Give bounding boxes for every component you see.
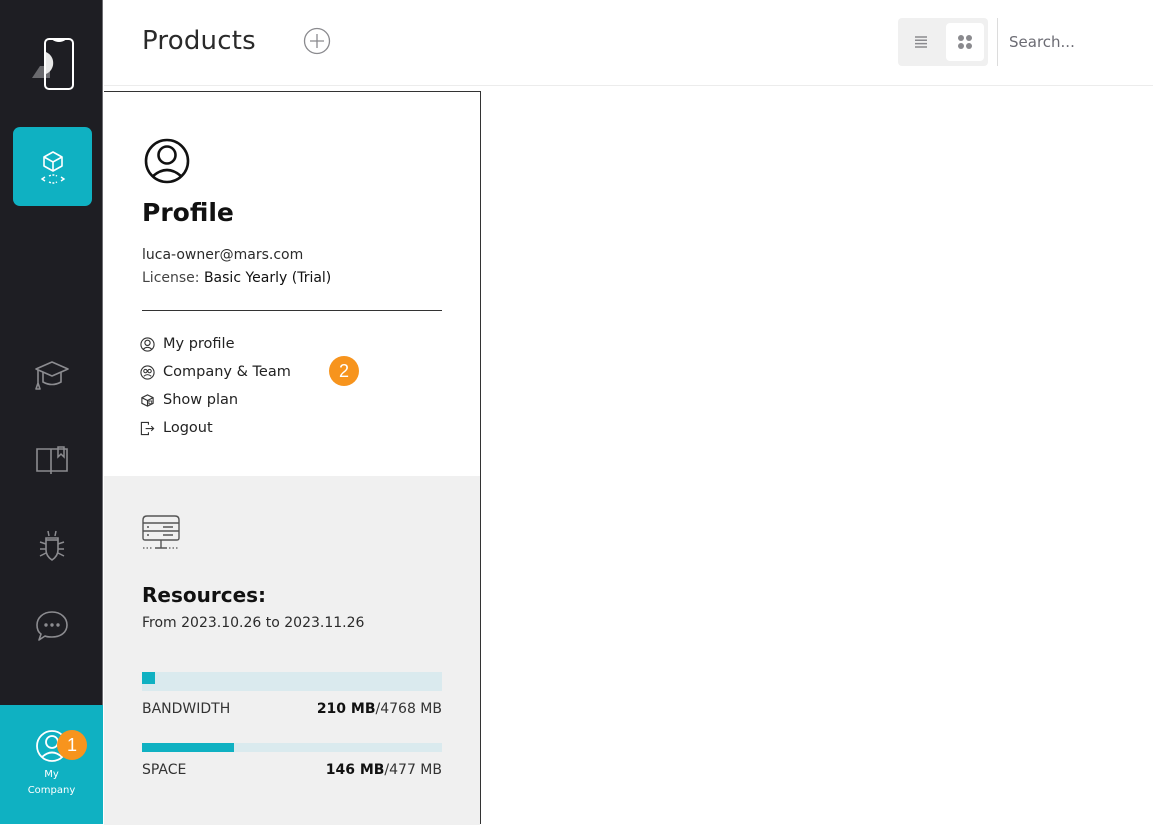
space-progress-bar (142, 743, 442, 752)
page-title: Products (142, 26, 256, 56)
server-icon (141, 514, 181, 554)
space-meter: SPACE 146 MB/477 MB (142, 743, 442, 778)
sidebar-item-bug-report[interactable] (32, 526, 72, 566)
menu-item-label: Show plan (163, 392, 239, 408)
search-input[interactable] (1009, 25, 1139, 59)
chat-icon (36, 611, 68, 641)
bandwidth-used: 210 MB (316, 701, 376, 717)
sidebar-item-documentation[interactable] (32, 440, 72, 480)
space-progress-fill (142, 743, 234, 752)
profile-title: Profile (142, 198, 234, 227)
plus-circle-icon (303, 27, 331, 55)
space-used: 146 MB (325, 762, 385, 778)
grid-view-button[interactable] (946, 23, 984, 61)
menu-item-company-team[interactable]: Company & Team (140, 358, 291, 386)
resources-title: Resources: (142, 583, 267, 607)
graduation-cap-icon (35, 361, 69, 390)
resources-section: Resources: From 2023.10.26 to 2023.11.26… (104, 476, 480, 825)
bandwidth-value: 210 MB/4768 MB (317, 701, 442, 717)
header-divider (997, 18, 998, 66)
user-circle-icon (140, 336, 155, 352)
company-label-line1: My (44, 769, 59, 780)
license-label: License: (142, 270, 200, 286)
my-company-button[interactable]: My Company (0, 705, 103, 824)
logout-icon (140, 421, 155, 435)
app-logo[interactable] (28, 36, 78, 92)
grid-icon (958, 35, 972, 49)
menu-item-show-plan[interactable]: Show plan (140, 386, 291, 414)
bandwidth-meter: BANDWIDTH 210 MB/4768 MB (142, 672, 442, 717)
menu-item-label: Company & Team (163, 364, 291, 380)
my-company-label: My Company (28, 767, 76, 799)
menu-item-logout[interactable]: Logout (140, 414, 291, 442)
profile-menu: My profile Company & Team Show plan Logo… (140, 330, 291, 442)
sidebar-item-chat[interactable] (32, 606, 72, 646)
step-badge-1: 1 (57, 730, 87, 760)
space-value: 146 MB/477 MB (326, 762, 442, 778)
bug-icon (39, 530, 65, 561)
cube-icon (40, 150, 65, 184)
profile-license: License: Basic Yearly (Trial) (142, 270, 331, 286)
bandwidth-progress-fill (142, 672, 156, 684)
team-icon (140, 364, 155, 380)
profile-divider (142, 310, 442, 311)
profile-email: luca-owner@mars.com (142, 247, 304, 263)
sidebar-item-products[interactable] (13, 127, 92, 206)
space-label: SPACE (142, 762, 187, 778)
book-icon (36, 446, 68, 474)
view-toggle (898, 18, 988, 66)
space-total: /477 MB (384, 762, 442, 778)
resources-range: From 2023.10.26 to 2023.11.26 (142, 615, 365, 631)
package-icon (141, 393, 154, 407)
list-icon (915, 36, 927, 48)
menu-item-label: My profile (163, 336, 235, 352)
list-view-button[interactable] (902, 23, 940, 61)
menu-item-label: Logout (163, 420, 213, 436)
header: Products (104, 0, 1153, 86)
bandwidth-total: /4768 MB (375, 701, 442, 717)
menu-item-my-profile[interactable]: My profile (140, 330, 291, 358)
add-product-button[interactable] (303, 27, 331, 55)
license-value: Basic Yearly (Trial) (203, 270, 332, 286)
company-label-line2: Company (27, 785, 76, 796)
profile-section: Profile luca-owner@mars.com License: Bas… (104, 92, 480, 476)
sidebar: My Company (0, 0, 103, 824)
bandwidth-label: BANDWIDTH (142, 701, 231, 717)
profile-panel: Profile luca-owner@mars.com License: Bas… (104, 91, 481, 825)
sidebar-item-academy[interactable] (32, 356, 72, 396)
profile-avatar-icon (142, 136, 192, 186)
bandwidth-progress-bar (142, 672, 442, 691)
step-badge-2: 2 (329, 356, 359, 386)
